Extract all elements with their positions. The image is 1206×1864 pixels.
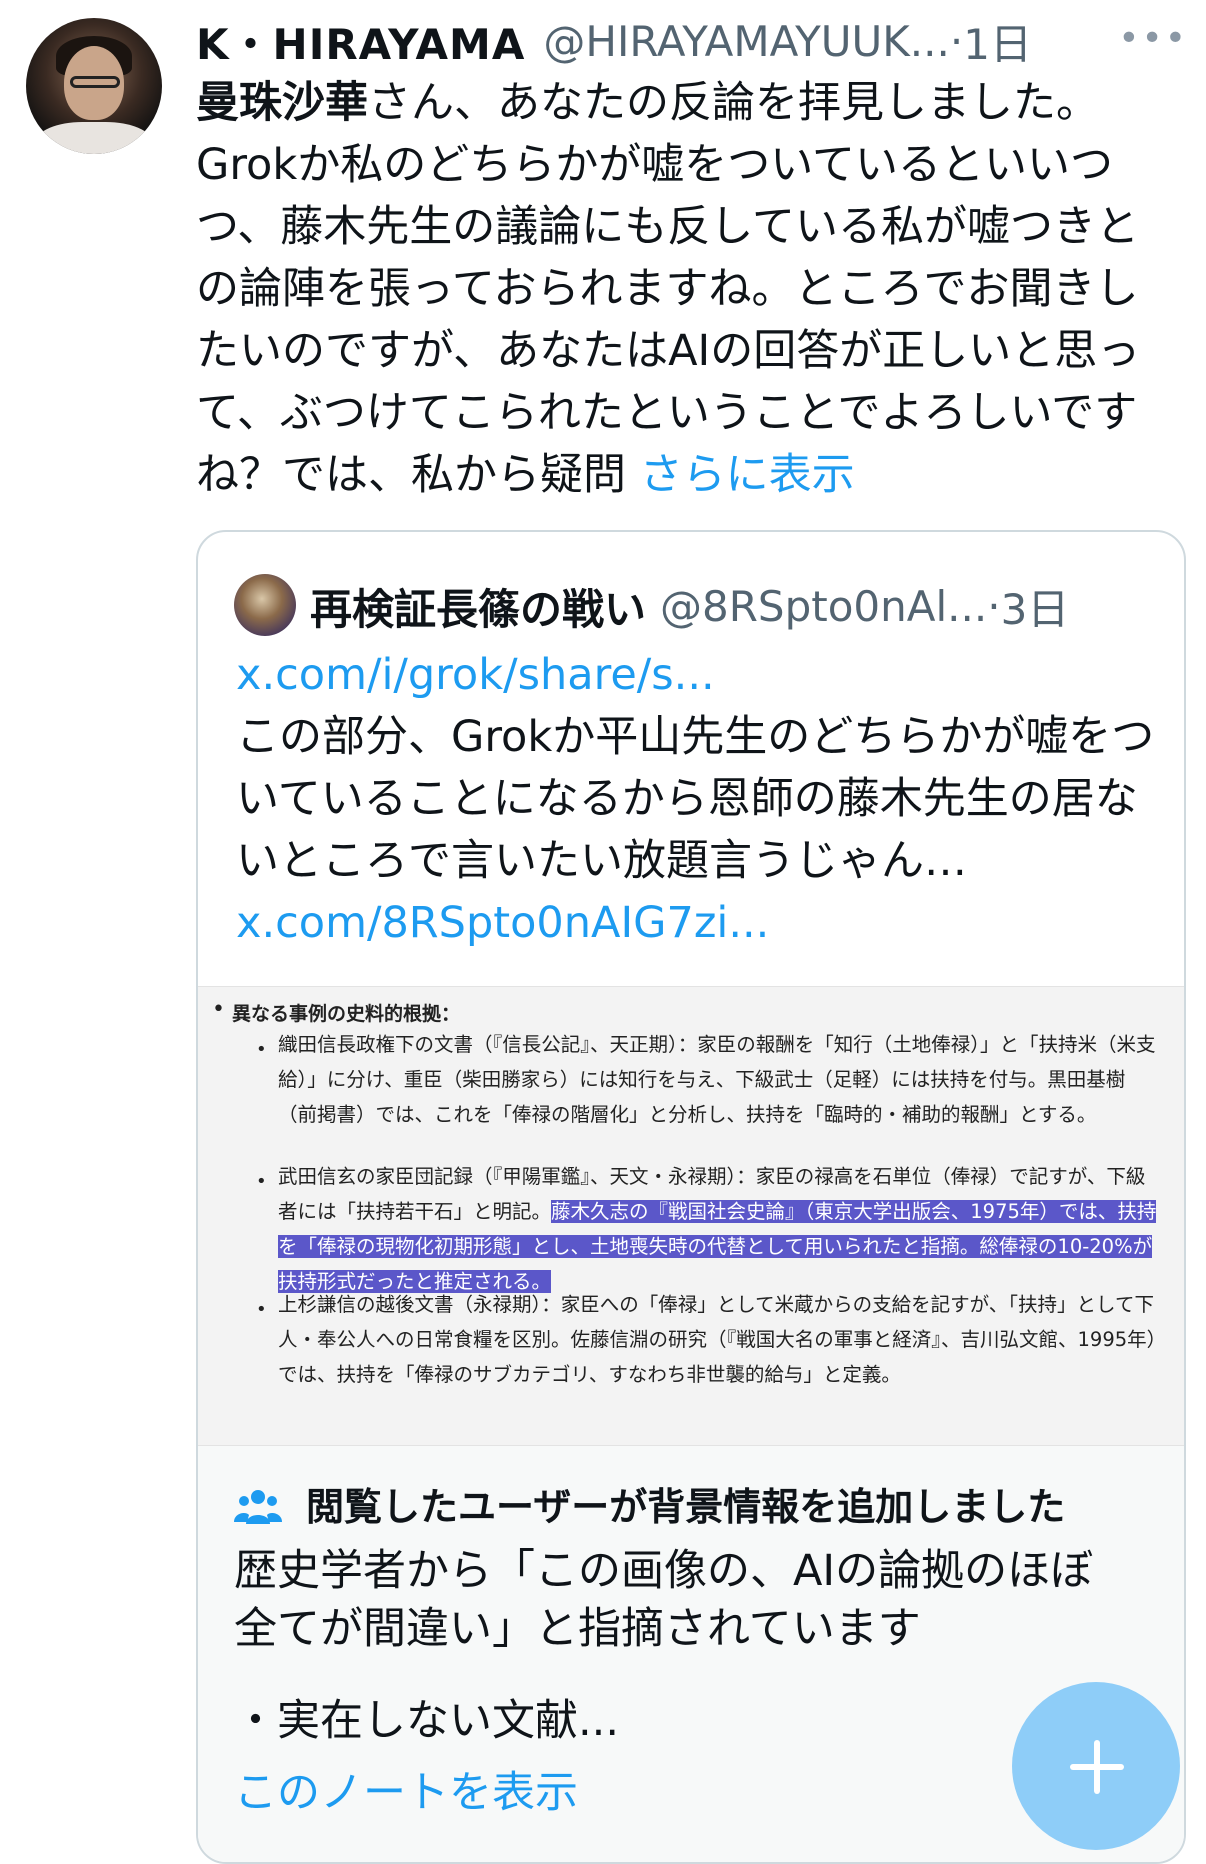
quoted-text: x.com/i/grok/share/s... この部分、Grokか平山先生のど… [236,644,1156,954]
quoted-handle: @8RSpto0nAl... [660,581,988,631]
grok-share-link[interactable]: x.com/i/grok/share/s... [236,644,1156,706]
show-more-link[interactable]: さらに表示 [640,450,855,500]
quoted-avatar [234,574,296,636]
screenshot-item-takeda: 武田信玄の家臣団記録（『甲陽軍鑑』、天文・永禄期）：家臣の禄高を石単位（俸禄）で… [278,1159,1158,1299]
note-title: 閲覧したユーザーが背景情報を追加しました [306,1485,1066,1529]
screenshot-heading: 異なる事例の史料的根拠： [232,1003,461,1025]
note-text: 歴史学者から「この画像の、AIの論拠のほぼ全てが間違い」と指摘されています [234,1546,1094,1654]
quoted-time: 3日 [1000,584,1070,634]
screenshot-item-uesugi: 上杉謙信の越後文書（永禄期）：家臣への「俸禄」として米蔵からの支給を記すが、「扶… [278,1293,1157,1386]
compose-button[interactable] [1012,1682,1180,1850]
avatar-glasses [70,76,120,88]
quoted-header: 再検証長篠の戦い @8RSpto0nAl... · 3日 [310,576,1164,636]
quoted-status-link[interactable]: x.com/8RSpto0nAIG7zi... [236,892,1156,954]
people-icon [234,1490,282,1524]
bullet-marker: • [256,1171,267,1192]
bullet-marker: • [212,997,225,1022]
note-bullet: ・実在しない文献... [234,1696,620,1746]
quoted-name: 再検証長篠の戦い [310,584,647,634]
separator-dot: · [949,16,964,66]
tweet-text: 曼珠沙華さん、あなたの反論を拝見しました。Grokか私のどちらかが嘘をついている… [196,72,1166,506]
bullet-marker: • [256,1299,267,1320]
tweet-body: さん、あなたの反論を拝見しました。Grokか私のどちらかが嘘をついているといいつ… [196,78,1141,500]
avatar-shirt [36,122,152,154]
screenshot-item-nobunaga: 織田信長政権下の文書（『信長公記』、天正期）：家臣の報酬を「知行（土地俸禄）」と… [278,1033,1156,1126]
attached-screenshot[interactable]: • 異なる事例の史料的根拠： • 織田信長政権下の文書（『信長公記』、天正期）：… [198,986,1184,1446]
plus-icon [1094,1740,1100,1794]
author-handle[interactable]: @HIRAYAMAYUUK... [543,17,950,66]
view-note-link[interactable]: このノートを表示 [234,1758,578,1820]
ellipsis-icon[interactable]: ••• [1118,18,1188,59]
quoted-body: この部分、Grokか平山先生のどちらかが嘘をついていることになるから恩師の藤木先… [236,712,1155,886]
author-name[interactable]: K・HIRAYAMA [196,11,525,72]
mentioned-user[interactable]: 曼珠沙華 [196,78,368,128]
bullet-marker: • [256,1039,267,1060]
quoted-tweet[interactable]: 再検証長篠の戦い @8RSpto0nAl... · 3日 x.com/i/gro… [196,530,1186,1864]
separator-dot: · [987,581,1001,631]
tweet-header: K・HIRAYAMA @HIRAYAMAYUUK... · 1日 ••• [196,14,1188,69]
tweet-time[interactable]: 1日 [963,11,1032,72]
author-avatar[interactable] [26,18,162,154]
